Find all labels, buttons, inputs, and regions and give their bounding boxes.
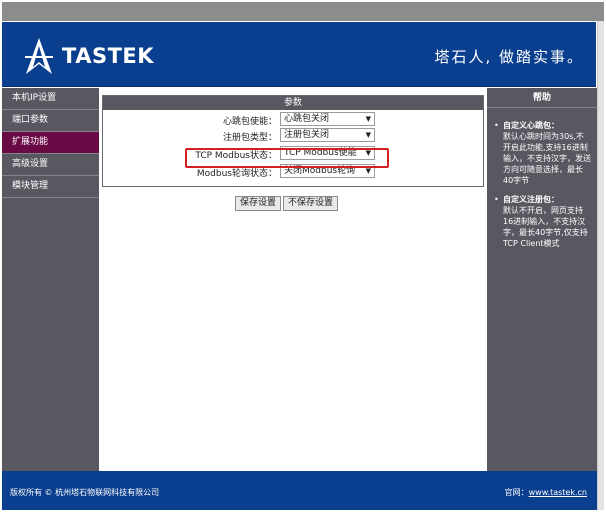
main-content: 参数 心跳包使能： 心跳包关闭 ▼ 注册包类型： 注册包关闭 ▼ TCP Mod… [99, 88, 487, 471]
register-packet-label: 注册包类型： [222, 133, 277, 143]
website-link[interactable]: www.tastek.cn [529, 488, 587, 497]
discard-settings-button[interactable]: 不保存设置 [283, 196, 339, 211]
dropdown-arrow-icon: ▼ [365, 131, 371, 139]
panel-title: 参数 [103, 96, 483, 110]
save-settings-button[interactable]: 保存设置 [235, 196, 282, 211]
help-item-register: • 自定义注册包： 默认不开启，网页支持16进制输入，不支持汉字，最长40字节,… [493, 194, 591, 249]
heartbeat-select-value: 心跳包关闭 [284, 114, 330, 124]
annotation-highlight-box [185, 148, 389, 168]
bullet-icon: • [494, 121, 499, 130]
params-panel: 参数 心跳包使能： 心跳包关闭 ▼ 注册包类型： 注册包关闭 ▼ TCP Mod… [102, 95, 484, 187]
help-title: 帮助 [487, 88, 597, 108]
scrollbar[interactable] [597, 21, 604, 510]
help-text: 默认不开启，网页支持16进制输入，不支持汉字，最长40字节,仅支持TCP Cli… [503, 206, 588, 248]
sidebar-item-advanced-settings[interactable]: 高级设置 [2, 154, 99, 176]
copyright-text: 版权所有 © 杭州塔石物联网科技有限公司 [10, 488, 160, 497]
sidebar-item-module-management[interactable]: 模块管理 [2, 176, 99, 198]
website-info: 官网：www.tastek.cn [505, 487, 587, 498]
sidebar-item-ip-settings[interactable]: 本机IP设置 [2, 88, 99, 110]
sidebar-item-port-params[interactable]: 端口参数 [2, 110, 99, 132]
form-row-heartbeat: 心跳包使能： 心跳包关闭 ▼ [103, 112, 483, 128]
tower-logo-icon [25, 38, 53, 74]
help-panel: 帮助 • 自定义心跳包： 默认心跳时间为30s,不开启此功能,支持16进制输入，… [487, 88, 597, 471]
heartbeat-label: 心跳包使能： [222, 117, 277, 127]
website-label: 官网： [504, 488, 529, 497]
help-heading: 自定义心跳包： [503, 121, 559, 130]
sidebar-item-extended-functions[interactable]: 扩展功能 [2, 132, 99, 154]
browser-frame: TASTEK 塔石人, 做踏实事。 本机IP设置 端口参数 扩展功能 高级设置 … [0, 0, 606, 515]
slogan: 塔石人, 做踏实事。 [434, 48, 584, 66]
bullet-icon: • [494, 195, 499, 204]
logo: TASTEK [22, 36, 154, 76]
site-header: TASTEK 塔石人, 做踏实事。 [2, 22, 596, 87]
help-item-heartbeat: • 自定义心跳包： 默认心跳时间为30s,不开启此功能,支持16进制输入，不支持… [493, 120, 591, 186]
form-row-register-packet: 注册包类型： 注册包关闭 ▼ [103, 128, 483, 144]
form-buttons: 保存设置 不保存设置 [235, 196, 339, 211]
help-text: 默认心跳时间为30s,不开启此功能,支持16进制输入，不支持汉字，发送方向可随意… [503, 132, 591, 185]
dropdown-arrow-icon: ▼ [365, 115, 371, 123]
help-body: • 自定义心跳包： 默认心跳时间为30s,不开启此功能,支持16进制输入，不支持… [487, 108, 597, 249]
sidebar-nav: 本机IP设置 端口参数 扩展功能 高级设置 模块管理 [2, 88, 99, 471]
register-packet-select-value: 注册包关闭 [284, 130, 330, 140]
window-top-bar [2, 2, 604, 21]
heartbeat-select[interactable]: 心跳包关闭 ▼ [280, 112, 375, 126]
logo-text: TASTEK [62, 44, 155, 68]
help-heading: 自定义注册包： [503, 195, 559, 204]
site-footer: 版权所有 © 杭州塔石物联网科技有限公司 官网：www.tastek.cn [2, 471, 597, 510]
register-packet-select[interactable]: 注册包关闭 ▼ [280, 128, 375, 142]
